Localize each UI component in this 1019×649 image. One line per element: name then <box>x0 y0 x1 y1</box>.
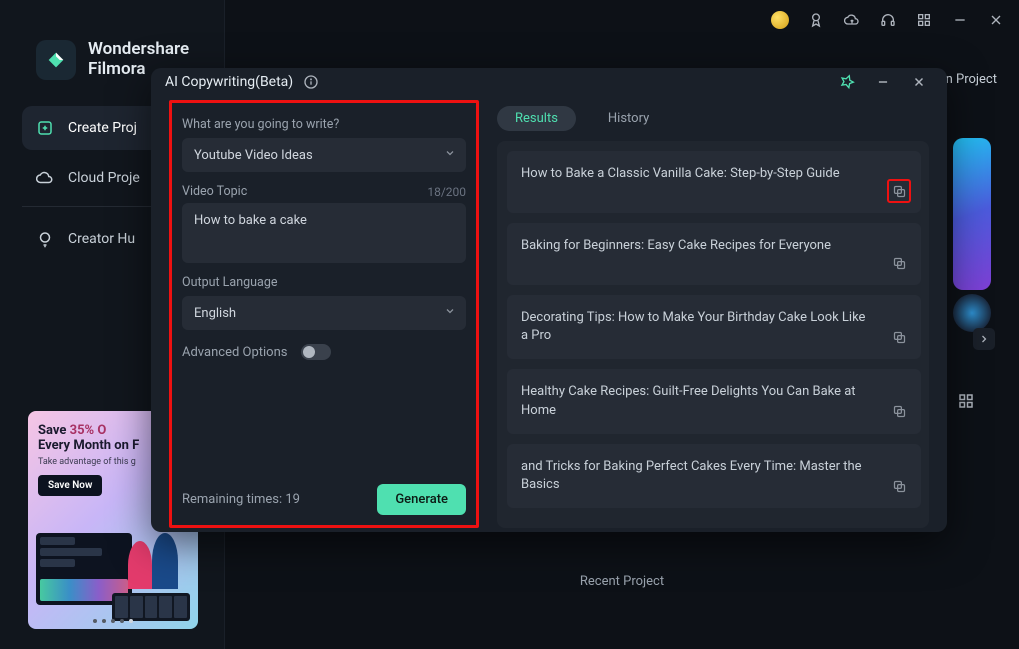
minimize-icon[interactable] <box>869 68 897 96</box>
sidebar-item-label: Creator Hu <box>68 231 135 247</box>
cloud-upload-icon[interactable] <box>843 11 861 29</box>
copy-icon[interactable] <box>887 325 911 349</box>
ai-copywriting-modal: AI Copywriting(Beta) What are you going … <box>151 68 947 532</box>
result-item[interactable]: How to Bake a Classic Vanilla Cake: Step… <box>507 151 921 213</box>
chevron-down-icon <box>444 147 456 163</box>
input-panel: What are you going to write? Youtube Vid… <box>169 100 479 528</box>
open-project-link[interactable]: en Project <box>939 72 997 87</box>
close-icon[interactable] <box>987 11 1005 29</box>
language-select[interactable]: English <box>182 296 466 330</box>
lightbulb-icon <box>36 230 54 248</box>
result-text: Baking for Beginners: Easy Cake Recipes … <box>521 237 831 255</box>
modal-header: AI Copywriting(Beta) <box>151 68 947 96</box>
copy-icon[interactable] <box>887 179 911 203</box>
tab-results[interactable]: Results <box>497 106 576 131</box>
tab-history[interactable]: History <box>590 106 667 131</box>
advanced-label: Advanced Options <box>182 345 287 360</box>
result-text: Decorating Tips: How to Make Your Birthd… <box>521 309 875 345</box>
promo-save-button[interactable]: Save Now <box>38 475 102 496</box>
modal-title: AI Copywriting(Beta) <box>165 74 293 90</box>
filmora-logo-icon <box>36 40 76 80</box>
write-type-select[interactable]: Youtube Video Ideas <box>182 138 466 172</box>
minimize-icon[interactable] <box>951 11 969 29</box>
carousel-dots[interactable] <box>28 619 198 623</box>
sidebar-item-label: Cloud Proje <box>68 170 140 186</box>
copy-icon[interactable] <box>887 400 911 424</box>
lang-label: Output Language <box>182 275 466 290</box>
copy-icon[interactable] <box>887 251 911 275</box>
info-icon[interactable] <box>303 74 319 90</box>
chevron-down-icon <box>444 305 456 321</box>
generate-button[interactable]: Generate <box>377 484 466 515</box>
carousel-next-button[interactable] <box>973 328 995 350</box>
pin-icon[interactable] <box>833 68 861 96</box>
plus-square-icon <box>36 119 54 137</box>
coin-icon[interactable] <box>771 11 789 29</box>
glow-orb <box>953 294 991 332</box>
copy-icon[interactable] <box>887 474 911 498</box>
remaining-count: Remaining times: 19 <box>182 492 300 507</box>
advanced-toggle[interactable] <box>301 344 331 360</box>
result-item[interactable]: Baking for Beginners: Easy Cake Recipes … <box>507 223 921 285</box>
cloud-icon <box>36 169 54 187</box>
result-text: Healthy Cake Recipes: Guilt-Free Delight… <box>521 383 875 419</box>
grid-view-icon[interactable] <box>957 392 975 410</box>
brand-line1: Wondershare <box>88 40 189 60</box>
badge-icon[interactable] <box>807 11 825 29</box>
char-count: 18/200 <box>427 185 466 199</box>
result-item[interactable]: Healthy Cake Recipes: Guilt-Free Delight… <box>507 369 921 433</box>
close-icon[interactable] <box>905 68 933 96</box>
results-panel: Results History How to Bake a Classic Va… <box>497 100 929 528</box>
recent-project-heading: Recent Project <box>580 574 664 589</box>
result-item[interactable]: Decorating Tips: How to Make Your Birthd… <box>507 295 921 359</box>
topic-label: Video Topic <box>182 184 247 199</box>
language-value: English <box>194 306 236 321</box>
template-card[interactable] <box>953 138 991 290</box>
apps-grid-icon[interactable] <box>915 11 933 29</box>
result-text: How to Bake a Classic Vanilla Cake: Step… <box>521 165 840 183</box>
headphones-icon[interactable] <box>879 11 897 29</box>
prompt-label: What are you going to write? <box>182 117 466 132</box>
topic-input[interactable] <box>182 203 466 263</box>
results-list: How to Bake a Classic Vanilla Cake: Step… <box>497 141 929 528</box>
result-text: and Tricks for Baking Perfect Cakes Ever… <box>521 458 875 494</box>
write-type-value: Youtube Video Ideas <box>194 148 313 163</box>
result-item[interactable]: and Tricks for Baking Perfect Cakes Ever… <box>507 444 921 508</box>
sidebar-item-label: Create Proj <box>68 120 137 136</box>
